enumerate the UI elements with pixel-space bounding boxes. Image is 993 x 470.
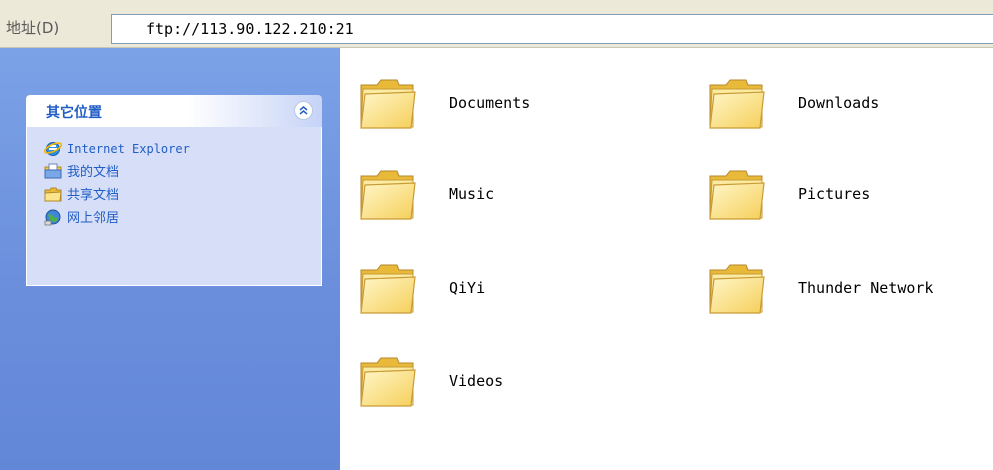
network-places-icon (44, 209, 61, 226)
folder-icon (706, 260, 766, 316)
other-places-title: 其它位置 (46, 105, 102, 121)
folder-icon (706, 166, 766, 222)
folder-icon (357, 353, 417, 409)
address-bar: 地址(D) ftp://113.90.122.210:21 (0, 0, 993, 48)
folder-item[interactable]: Thunder Network (706, 258, 933, 318)
folder-name: QiYi (449, 279, 486, 297)
address-value[interactable]: ftp://113.90.122.210:21 (146, 20, 354, 38)
task-pane: 其它位置 Internet Explorer 我的文档 共享文档 网上邻居 (0, 48, 340, 470)
folder-item[interactable]: Documents (357, 73, 530, 133)
place-my-documents[interactable]: 我的文档 (27, 161, 321, 184)
folder-icon (706, 75, 766, 131)
other-places-list: Internet Explorer 我的文档 共享文档 网上邻居 (26, 127, 322, 286)
other-places-panel: 其它位置 Internet Explorer 我的文档 共享文档 网上邻居 (26, 95, 322, 286)
folder-name: Downloads (798, 94, 880, 112)
shared-documents-icon (44, 187, 62, 202)
folder-name: Documents (449, 94, 531, 112)
folder-name: Videos (449, 372, 504, 390)
folder-item[interactable]: Videos (357, 351, 503, 411)
folder-name: Thunder Network (798, 279, 934, 297)
address-input[interactable]: ftp://113.90.122.210:21 (111, 14, 993, 44)
internet-explorer-icon (44, 142, 62, 156)
my-documents-icon (44, 163, 62, 179)
folder-name: Music (449, 185, 495, 203)
place-label: 我的文档 (67, 165, 120, 180)
place-label: 网上邻居 (67, 211, 120, 226)
place-label: 共享文档 (67, 188, 120, 203)
folder-item[interactable]: QiYi (357, 258, 485, 318)
address-label: 地址(D) (6, 19, 60, 37)
folder-name: Pictures (798, 185, 871, 203)
chevron-up-icon (299, 106, 308, 115)
folder-icon (357, 260, 417, 316)
folder-item[interactable]: Downloads (706, 73, 879, 133)
place-shared-documents[interactable]: 共享文档 (27, 184, 321, 207)
folder-view: Documents Downloads Music Pictures QiYi … (340, 48, 993, 470)
other-places-header[interactable]: 其它位置 (26, 95, 322, 127)
place-label: Internet Explorer (67, 142, 190, 156)
folder-item[interactable]: Music (357, 164, 494, 224)
collapse-button[interactable] (294, 101, 313, 120)
folder-item[interactable]: Pictures (706, 164, 870, 224)
folder-icon (357, 166, 417, 222)
place-internet-explorer[interactable]: Internet Explorer (27, 138, 321, 161)
folder-icon (357, 75, 417, 131)
place-network[interactable]: 网上邻居 (27, 207, 321, 230)
